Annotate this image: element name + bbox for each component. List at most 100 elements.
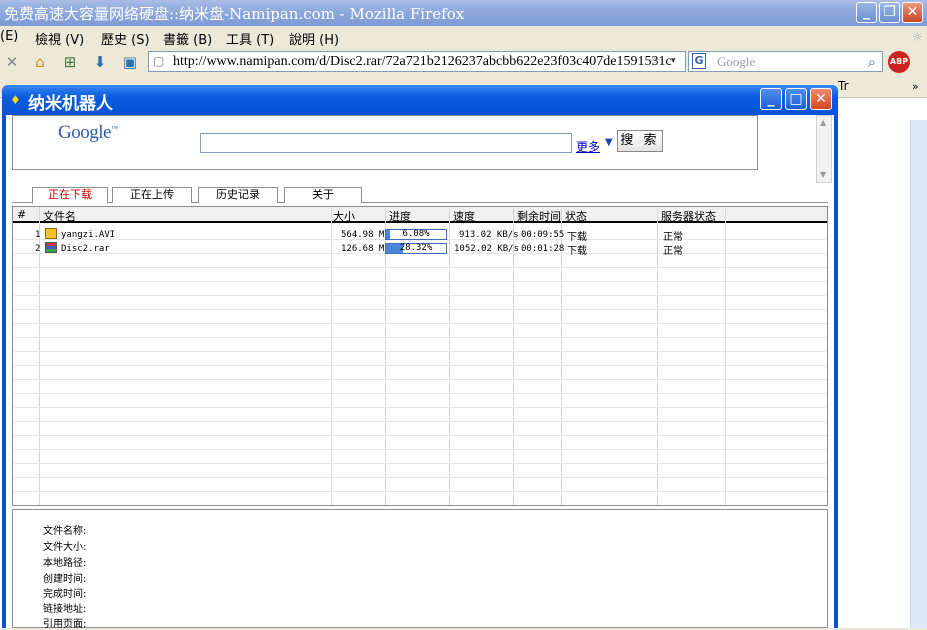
firefox-titlebar: 免费高速大容量网络硬盘::纳米盘-Namipan.com - Mozilla F… <box>0 0 927 26</box>
detail-created-label: 创建时间: <box>43 574 87 585</box>
row-divider <box>13 463 827 464</box>
row-status: 下载 <box>567 232 587 243</box>
page-scrollbar[interactable] <box>910 120 927 628</box>
row-filename: Disc2.rar <box>61 244 110 254</box>
popup-titlebar: ♦ 纳米机器人 _ □ ✕ <box>2 85 838 115</box>
google-logo: Google™ <box>58 122 118 143</box>
popup-minimize-button[interactable]: _ <box>760 88 782 110</box>
row-remaining: 00:01:28 <box>521 244 565 254</box>
header-filename[interactable]: 文件名 <box>43 208 76 224</box>
scroll-up-icon[interactable]: ▲ <box>820 118 826 127</box>
row-divider <box>13 379 827 380</box>
home-icon[interactable]: ⌂ <box>30 52 50 72</box>
scroll-down-icon[interactable]: ▼ <box>820 170 826 179</box>
row-server-status: 正常 <box>663 232 683 243</box>
column-divider <box>725 207 726 505</box>
row-status: 下载 <box>567 246 587 257</box>
row-divider <box>13 491 827 492</box>
header-speed[interactable]: 速度 <box>453 208 475 224</box>
header-index: # <box>17 208 27 221</box>
url-bar[interactable]: ▢ http://www.namipan.com/d/Disc2.rar/72a… <box>148 51 686 72</box>
more-link[interactable]: 更多 <box>576 138 600 155</box>
firefox-menubar: (E) 檢視 (V) 歷史 (S) 書籤 (B) 工具 (T) 說明 (H) ☼ <box>0 26 927 48</box>
header-size[interactable]: 大小 <box>333 208 355 224</box>
search-icon[interactable]: ⌕ <box>862 52 882 72</box>
star-icon[interactable]: ☆ <box>649 54 661 69</box>
row-divider <box>13 505 828 506</box>
popup-close-button[interactable]: ✕ <box>810 88 832 110</box>
bookmark-item[interactable]: Tr <box>838 79 849 93</box>
google-engine-icon[interactable]: G <box>692 53 706 69</box>
row-divider <box>13 295 827 296</box>
tab-downloading[interactable]: 正在下载 <box>32 187 108 204</box>
google-search-panel: Google™ 更多 ▼ 搜 索 <box>12 115 758 170</box>
row-divider <box>13 421 827 422</box>
chevron-right-icon[interactable]: » <box>912 80 919 93</box>
row-server-status: 正常 <box>663 246 683 257</box>
row-divider <box>13 337 827 338</box>
url-text: http://www.namipan.com/d/Disc2.rar/72a72… <box>173 54 672 69</box>
row-divider <box>13 393 827 394</box>
tab-history[interactable]: 历史记录 <box>198 187 278 203</box>
close-button[interactable]: ✕ <box>902 2 923 23</box>
tab-about[interactable]: 关于 <box>284 187 362 203</box>
row-divider <box>13 351 827 352</box>
row-remaining: 00:09:55 <box>521 230 565 240</box>
row-speed: 913.02 KB/s <box>459 230 519 240</box>
restore-button[interactable]: ❐ <box>879 2 900 23</box>
stop-icon[interactable]: ✕ <box>2 52 22 72</box>
image-icon[interactable]: ▣ <box>120 52 140 72</box>
row-divider <box>13 323 827 324</box>
header-status[interactable]: 状态 <box>565 208 587 224</box>
detail-completed-label: 完成时间: <box>43 589 87 600</box>
popup-window: ♦ 纳米机器人 _ □ ✕ Google™ 更多 ▼ 搜 索 ▲ ▼ 正在下载 … <box>2 85 838 630</box>
detail-filesize-label: 文件大小: <box>43 542 87 553</box>
row-filename: yangzi.AVI <box>61 230 116 240</box>
column-divider <box>449 207 450 505</box>
header-remaining[interactable]: 剩余时间 <box>517 208 561 224</box>
progress-text: 28.32% <box>399 243 433 253</box>
menu-history[interactable]: 歷史 (S) <box>101 29 150 48</box>
firefox-navbar: ✕ ⌂ ⊞ ⬇ ▣ ▢ http://www.namipan.com/d/Dis… <box>0 48 927 76</box>
download-icon[interactable]: ⬇ <box>90 52 110 72</box>
menu-view[interactable]: 檢視 (V) <box>35 29 84 48</box>
panel-scrollbar[interactable]: ▲ ▼ <box>816 115 832 183</box>
tab-uploading[interactable]: 正在上传 <box>112 187 192 203</box>
header-server-status[interactable]: 服务器状态 <box>661 208 716 224</box>
google-search-input[interactable] <box>200 133 572 153</box>
row-divider <box>13 281 827 282</box>
column-divider <box>331 207 332 505</box>
dropdown-arrow-icon[interactable]: ▾ <box>671 56 676 66</box>
row-divider <box>13 365 827 366</box>
download-table: # 文件名 大小 进度 速度 剩余时间 状态 服务器状态 1 yangzi.AV… <box>12 206 828 506</box>
detail-link-label: 链接地址: <box>43 604 87 615</box>
column-divider <box>657 207 658 505</box>
popup-body: Google™ 更多 ▼ 搜 索 ▲ ▼ 正在下载 正在上传 历史记录 关于 #… <box>6 115 834 630</box>
row-index: 1 <box>35 230 41 240</box>
menu-edit[interactable]: (E) <box>0 29 18 44</box>
row-size: 126.68 MB <box>341 244 390 254</box>
detail-filename-label: 文件名称: <box>43 526 87 537</box>
row-divider <box>13 267 827 268</box>
header-progress[interactable]: 进度 <box>389 208 411 224</box>
dropdown-arrow-icon[interactable]: ▼ <box>605 137 613 148</box>
app-logo-icon: ♦ <box>10 93 21 107</box>
adblock-icon[interactable]: ABP <box>888 51 910 73</box>
row-progress-bar: 6.08% <box>385 229 447 240</box>
menu-bookmarks[interactable]: 書籤 (B) <box>163 29 212 48</box>
menu-tools[interactable]: 工具 (T) <box>226 29 274 48</box>
video-file-icon <box>45 228 57 239</box>
bookmark-add-icon[interactable]: ⊞ <box>60 52 80 72</box>
row-size: 564.98 MB <box>341 230 390 240</box>
menu-help[interactable]: 說明 (H) <box>289 29 339 48</box>
search-bar[interactable]: G Google <box>688 51 883 72</box>
throbber-icon: ☼ <box>912 30 923 44</box>
search-button[interactable]: 搜 索 <box>617 130 663 152</box>
rar-file-icon <box>45 242 57 253</box>
google-logo-text: Google <box>58 122 111 143</box>
minimize-button[interactable]: _ <box>856 2 877 23</box>
row-divider <box>13 477 827 478</box>
popup-maximize-button[interactable]: □ <box>785 88 807 110</box>
window-title: 免费高速大容量网络硬盘::纳米盘-Namipan.com - Mozilla F… <box>4 5 465 23</box>
row-index: 2 <box>35 244 41 254</box>
